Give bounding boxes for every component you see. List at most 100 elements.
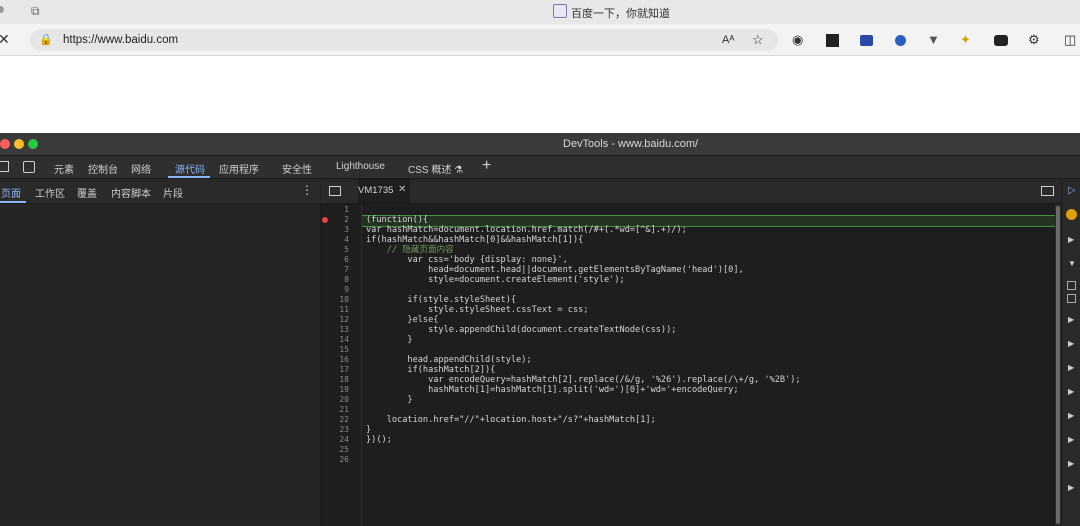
line-number[interactable]: 3: [321, 225, 349, 235]
navigator-panel: [0, 204, 321, 526]
line-number[interactable]: 17: [321, 365, 349, 375]
close-window-button[interactable]: [0, 139, 10, 149]
ext-chart-icon[interactable]: [826, 34, 839, 47]
code-line: if(hashMatch[2]){: [366, 365, 496, 375]
line-number[interactable]: 19: [321, 385, 349, 395]
toggle-debugger-icon[interactable]: [1041, 186, 1054, 196]
toggle-navigator-icon[interactable]: [329, 186, 341, 196]
tab-css-overview[interactable]: CSS 概述 ⚗: [408, 161, 463, 176]
line-number[interactable]: 16: [321, 355, 349, 365]
expand-arrow-icon[interactable]: ▶: [1068, 435, 1074, 444]
checkbox[interactable]: [1067, 281, 1076, 290]
tab-network[interactable]: 网络: [131, 161, 151, 176]
line-number[interactable]: 5: [321, 245, 349, 255]
nav-tab-workspace[interactable]: 工作区: [35, 185, 65, 200]
line-number[interactable]: 6: [321, 255, 349, 265]
resume-icon[interactable]: ▷: [1068, 185, 1076, 196]
ext-mask-icon[interactable]: [994, 35, 1008, 46]
line-number[interactable]: 10: [321, 295, 349, 305]
favorite-icon[interactable]: ☆: [752, 32, 764, 48]
line-number[interactable]: 11: [321, 305, 349, 315]
line-number[interactable]: 12: [321, 315, 349, 325]
expand-arrow-icon[interactable]: ▶: [1068, 459, 1074, 468]
code-line: style=document.createElement('style');: [366, 275, 625, 285]
line-number[interactable]: 21: [321, 405, 349, 415]
expand-arrow-icon[interactable]: ▶: [1068, 339, 1074, 348]
inspect-icon[interactable]: [0, 161, 9, 172]
code-line: var css='body {display: none}',: [366, 255, 568, 265]
code-line: location.href="//"+location.host+"/s?"+h…: [366, 415, 656, 425]
line-number[interactable]: 14: [321, 335, 349, 345]
more-options-icon[interactable]: ⋮: [301, 183, 313, 197]
line-number[interactable]: 25: [321, 445, 349, 455]
line-number[interactable]: 18: [321, 375, 349, 385]
ext-bee-icon[interactable]: ✦: [960, 32, 971, 48]
code-line: var encodeQuery=hashMatch[2].replace(/&/…: [366, 375, 801, 385]
checkbox[interactable]: [1067, 294, 1076, 303]
tab-application[interactable]: 应用程序: [219, 161, 259, 176]
line-number[interactable]: 8: [321, 275, 349, 285]
device-toolbar-icon[interactable]: [23, 161, 35, 173]
nav-tab-overrides[interactable]: 覆盖: [77, 185, 97, 200]
line-gutter[interactable]: 1 2 3 4 5 6 7 8 9 10 11 12 13 14 15 16 17 18 19 20 21 22 23 24 2…: [321, 204, 362, 526]
url-text[interactable]: https://www.baidu.com: [63, 34, 178, 46]
ext-v-icon[interactable]: ▼: [927, 32, 940, 48]
code-line: if(hashMatch&&hashMatch[0]&&hashMatch[1]…: [366, 235, 584, 245]
expand-arrow-icon[interactable]: ▶: [1068, 363, 1074, 372]
tab-lighthouse[interactable]: Lighthouse: [336, 161, 385, 172]
nav-tab-content-scripts[interactable]: 内容脚本: [111, 185, 151, 200]
lock-icon[interactable]: 🔒: [39, 33, 53, 46]
ext-circle-icon[interactable]: ◉: [792, 32, 803, 48]
line-number[interactable]: 22: [321, 415, 349, 425]
add-tab-icon[interactable]: +: [482, 157, 491, 175]
close-tab-icon[interactable]: ✕: [398, 184, 406, 195]
expand-arrow-icon[interactable]: ▶: [1068, 411, 1074, 420]
line-number[interactable]: 4: [321, 235, 349, 245]
line-number[interactable]: 2: [321, 215, 349, 225]
debugger-sidebar: ▷ ▶ ▼ ▶ ▶ ▶ ▶ ▶ ▶ ▶ ▶: [1061, 179, 1080, 526]
ext-card-icon[interactable]: [860, 35, 873, 46]
tab-security[interactable]: 安全性: [282, 161, 312, 176]
tab-collection-icon[interactable]: ⧉: [31, 4, 40, 19]
extensions-icon[interactable]: ⚙: [1028, 32, 1040, 48]
file-tab[interactable]: VM1735 ✕: [358, 179, 410, 203]
code-line: head.appendChild(style);: [366, 355, 532, 365]
expand-arrow-icon[interactable]: ▶: [1068, 483, 1074, 492]
close-icon[interactable]: ✕: [0, 31, 10, 48]
file-tab-label: VM1735: [358, 185, 394, 196]
code-line: }: [366, 395, 413, 405]
tab-title[interactable]: 百度一下，你就知道: [571, 5, 670, 21]
scroll-thumb[interactable]: [1056, 206, 1060, 524]
tab-elements[interactable]: 元素: [54, 161, 74, 176]
window-control-icon[interactable]: [0, 6, 4, 13]
split-icon[interactable]: ◫: [1064, 32, 1076, 48]
devtools-title-bar: DevTools - www.baidu.com/: [0, 133, 1080, 156]
expand-arrow-icon[interactable]: ▶: [1068, 387, 1074, 396]
page-content: [0, 56, 1080, 133]
line-number[interactable]: 15: [321, 345, 349, 355]
read-aloud-icon[interactable]: Aᴬ: [722, 32, 734, 48]
ext-blue-icon[interactable]: [895, 35, 906, 46]
line-number[interactable]: 23: [321, 425, 349, 435]
code-line: head=document.head||document.getElements…: [366, 265, 744, 275]
code-editor[interactable]: 1 2 3 4 5 6 7 8 9 10 11 12 13 14 15 16 17 18 19 20 21 22 23 24 2…: [321, 204, 1060, 526]
line-number[interactable]: 26: [321, 455, 349, 465]
expand-arrow-icon[interactable]: ▶: [1068, 235, 1074, 244]
expand-arrow-icon[interactable]: ▶: [1068, 315, 1074, 324]
line-number[interactable]: 13: [321, 325, 349, 335]
line-number[interactable]: 1: [321, 205, 349, 215]
tab-console[interactable]: 控制台: [88, 161, 118, 176]
tab-sources[interactable]: 源代码: [175, 161, 205, 176]
minimize-window-button[interactable]: [14, 139, 24, 149]
nav-tab-page[interactable]: 页面: [1, 185, 21, 200]
expand-arrow-icon[interactable]: ▼: [1068, 259, 1076, 268]
line-number[interactable]: 24: [321, 435, 349, 445]
code-line: if(style.styleSheet){: [366, 295, 517, 305]
line-number[interactable]: 20: [321, 395, 349, 405]
zoom-window-button[interactable]: [28, 139, 38, 149]
line-number[interactable]: 7: [321, 265, 349, 275]
code-line: style.appendChild(document.createTextNod…: [366, 325, 677, 335]
code-line: }: [366, 335, 413, 345]
nav-tab-snippets[interactable]: 片段: [163, 185, 183, 200]
line-number[interactable]: 9: [321, 285, 349, 295]
